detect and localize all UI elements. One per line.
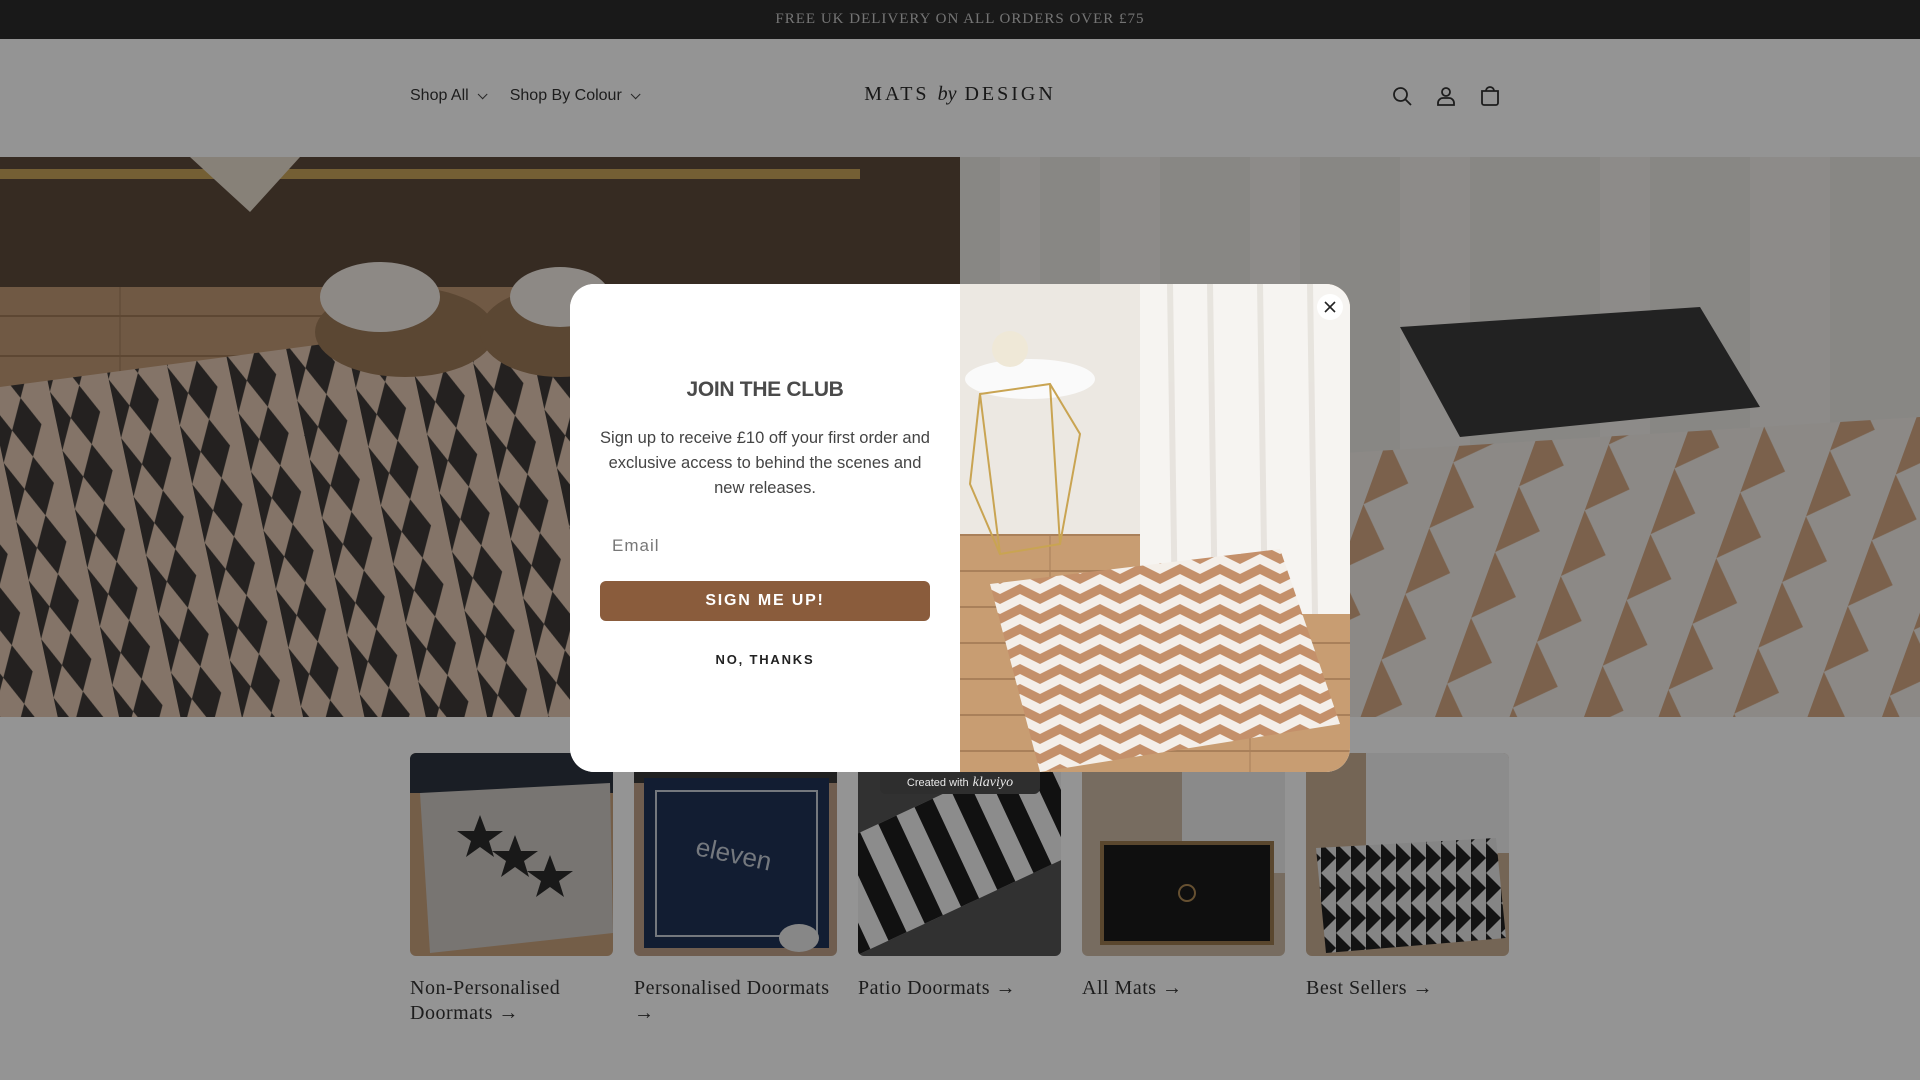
close-popup-button[interactable] <box>1317 294 1343 320</box>
klaviyo-badge[interactable]: Created with klaviyo <box>880 772 1040 794</box>
email-field[interactable] <box>600 526 930 566</box>
newsletter-popup: JOIN THE CLUB Sign up to receive £10 off… <box>570 284 1350 772</box>
close-icon <box>1324 301 1336 313</box>
klaviyo-logo: klaviyo <box>972 775 1014 790</box>
popup-description: Sign up to receive £10 off your first or… <box>600 429 930 497</box>
klaviyo-prefix: Created with <box>906 777 969 789</box>
sign-up-button[interactable]: SIGN ME UP! <box>600 581 930 621</box>
popup-image <box>960 284 1350 772</box>
no-thanks-button[interactable]: NO, THANKS <box>570 652 960 667</box>
popup-form-panel: JOIN THE CLUB Sign up to receive £10 off… <box>570 284 960 772</box>
popup-title: JOIN THE CLUB <box>686 378 844 401</box>
